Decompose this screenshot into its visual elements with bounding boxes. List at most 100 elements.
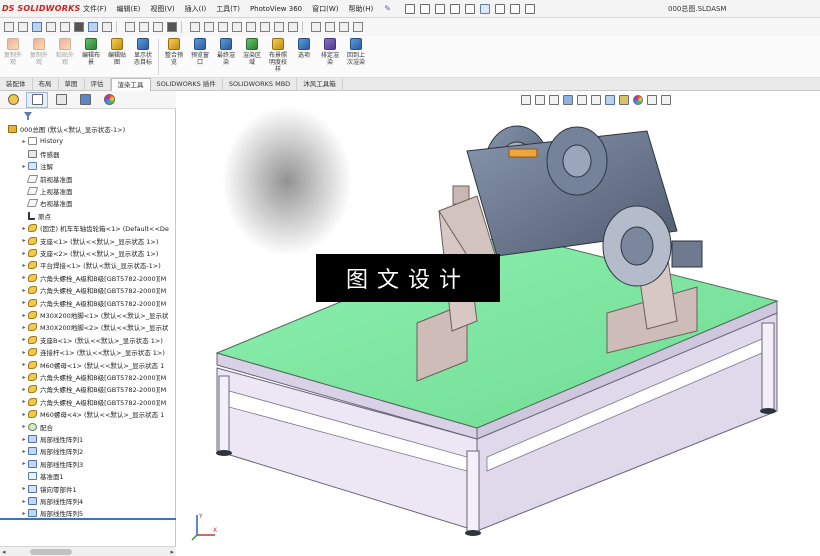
tree-item[interactable]: ▸ 支座B<1> (默认<<默认>_显示状态 1>) — [20, 334, 163, 346]
tree-item[interactable]: ▸ 局部线性阵列2 — [20, 445, 83, 457]
save-icon[interactable] — [434, 3, 445, 14]
tree-item[interactable]: ▸ History — [20, 135, 63, 147]
exploded-view-icon[interactable] — [260, 22, 270, 32]
tree-item[interactable]: ▸ 六角头螺栓_A级和B级[GBT5782-2000][M — [20, 383, 166, 395]
integrated-preview-button[interactable]: 整合预 览 — [161, 36, 187, 78]
tree-filter[interactable] — [0, 109, 176, 123]
tree-item[interactable]: ▸ 注解 — [20, 160, 53, 172]
expand-arrow-icon[interactable]: ▸ — [20, 274, 28, 281]
zoom-area-icon[interactable] — [102, 22, 112, 32]
display-style-icon[interactable] — [153, 22, 163, 32]
tree-item[interactable]: 传感器 — [20, 148, 60, 160]
view-orientation-icon[interactable] — [591, 95, 601, 105]
tab-solidworks-mbd[interactable]: SOLIDWORKS MBD — [223, 78, 298, 91]
solidworks-logo[interactable]: DS SOLIDWORKS — [0, 0, 80, 18]
tab-dimxpert-manager[interactable] — [74, 92, 96, 108]
tree-item[interactable]: ▸ 支座<1> (默认<<默认>_显示状态 1>) — [20, 235, 158, 247]
tree-item[interactable]: ▸ 局部线性阵列1 — [20, 433, 83, 445]
insert-component-icon[interactable] — [32, 22, 42, 32]
new-assembly-icon[interactable] — [18, 22, 28, 32]
expand-arrow-icon[interactable]: ▸ — [20, 498, 28, 505]
settings-icon[interactable] — [288, 22, 298, 32]
tab-evaluate[interactable]: 评估 — [85, 78, 111, 91]
expand-arrow-icon[interactable]: ▸ — [20, 460, 28, 467]
section-view-icon[interactable] — [125, 22, 135, 32]
tree-item[interactable]: ▸ 六角头螺栓_A级和B级[GBT5782-2000][M — [20, 396, 166, 408]
expand-arrow-icon[interactable]: ▸ — [20, 138, 28, 145]
tab-configuration-manager[interactable] — [50, 92, 72, 108]
menu-view[interactable]: 视图(V) — [145, 4, 179, 14]
drawing-icon[interactable] — [339, 22, 349, 32]
expand-arrow-icon[interactable]: ▸ — [20, 448, 28, 455]
expand-arrow-icon[interactable]: ▸ — [20, 336, 28, 343]
scrollbar-thumb[interactable] — [30, 549, 72, 555]
assembly-model[interactable] — [177, 91, 820, 556]
expand-arrow-icon[interactable]: ▸ — [20, 411, 28, 418]
tree-item[interactable]: ▸ (固定) 机车车轴齿轮箱<1> (Default<<De — [20, 222, 169, 234]
pin-icon[interactable]: ✎ — [384, 4, 391, 13]
tree-item[interactable]: 上视基准面 — [20, 185, 73, 197]
smart-dimension-icon[interactable] — [60, 22, 70, 32]
menu-insert[interactable]: 插入(I) — [180, 4, 212, 14]
tree-item[interactable]: 基准面1 — [20, 470, 64, 482]
pan-icon[interactable] — [204, 22, 214, 32]
display-state-target-button[interactable]: 显示状 态目标 — [130, 36, 156, 78]
expand-arrow-icon[interactable]: ▸ — [20, 349, 28, 356]
rebuild-icon[interactable] — [494, 3, 505, 14]
recall-last-render-button[interactable]: 回到上 次渲染 — [343, 36, 369, 78]
dynamic-annotation-icon[interactable] — [577, 95, 587, 105]
print-icon[interactable] — [449, 3, 460, 14]
tab-feature-manager[interactable] — [2, 92, 24, 108]
tab-property-manager[interactable] — [26, 91, 48, 108]
edit-appearance-icon[interactable] — [633, 95, 643, 105]
view-orientation-icon[interactable] — [139, 22, 149, 32]
expand-arrow-icon[interactable]: ▸ — [20, 299, 28, 306]
file-properties-icon[interactable] — [509, 3, 520, 14]
previous-view-icon[interactable] — [549, 95, 559, 105]
tree-item[interactable]: ▸ 六角头螺栓_A级和B级[GBT5782-2000][M — [20, 371, 166, 383]
tree-item[interactable]: ▸ 镜向零部件1 — [20, 483, 77, 495]
preview-window-button[interactable]: 预览窗 口 — [187, 36, 213, 78]
tree-item[interactable]: ▸ 六角头螺栓_A级和B级[GBT5782-2000][M — [20, 284, 166, 296]
interference-icon[interactable] — [246, 22, 256, 32]
menu-photoview[interactable]: PhotoView 360 — [245, 5, 307, 13]
target-icon[interactable] — [274, 22, 284, 32]
tree-item[interactable]: 右视基准面 — [20, 197, 73, 209]
expand-arrow-icon[interactable]: ▸ — [20, 510, 28, 517]
scene-illumination-proof-button[interactable]: 布景照 明度校 样 — [265, 36, 291, 78]
new-document-icon[interactable] — [404, 3, 415, 14]
apply-scene-icon[interactable] — [647, 95, 657, 105]
expand-arrow-icon[interactable]: ▸ — [20, 436, 28, 443]
tab-render-tools[interactable]: 渲染工具 — [110, 78, 151, 91]
expand-arrow-icon[interactable]: ▸ — [20, 163, 28, 170]
schedule-render-button[interactable]: 排定渲 染 — [317, 36, 343, 78]
tree-item[interactable]: ▸ 平台焊接<1> (默认<默认_显示状态-1>) — [20, 259, 161, 271]
select-icon[interactable] — [479, 3, 490, 14]
graphics-area[interactable]: 图文设计 Y X — [177, 91, 820, 556]
rotate-view-icon[interactable] — [190, 22, 200, 32]
section-view-icon[interactable] — [563, 95, 573, 105]
expand-arrow-icon[interactable]: ▸ — [20, 386, 28, 393]
hide-show-icon[interactable] — [167, 22, 177, 32]
component-icon[interactable] — [325, 22, 335, 32]
tab-layout[interactable]: 布局 — [33, 78, 59, 91]
expand-arrow-icon[interactable]: ▸ — [20, 374, 28, 381]
tree-item[interactable]: ▸ M30X200地脚<2> (默认<<默认>_显示状 — [20, 321, 168, 333]
tree-item[interactable]: 前视基准面 — [20, 173, 73, 185]
menu-file[interactable]: 文件(F) — [78, 4, 112, 14]
mass-properties-icon[interactable] — [232, 22, 242, 32]
menu-help[interactable]: 帮助(H) — [344, 4, 379, 14]
zoom-to-area-icon[interactable] — [535, 95, 545, 105]
tree-item[interactable]: ▸ 局部线性阵列4 — [20, 495, 83, 507]
expand-arrow-icon[interactable]: ▸ — [20, 262, 28, 269]
expand-arrow-icon[interactable]: ▸ — [20, 423, 28, 430]
menu-tools[interactable]: 工具(T) — [211, 4, 245, 14]
final-render-button[interactable]: 最终渲 染 — [213, 36, 239, 78]
measure-icon[interactable] — [218, 22, 228, 32]
zoom-to-fit-icon[interactable] — [521, 95, 531, 105]
tab-mufeng-toolbox[interactable]: 沐风工具箱 — [297, 78, 343, 91]
tree-item[interactable]: ▸ 六角头螺栓_A级和B级[GBT5782-2000][M — [20, 272, 166, 284]
tree-item[interactable]: ▸ M30X200地脚<1> (默认<<默认>_显示状 — [20, 309, 168, 321]
options-gear-icon[interactable] — [524, 3, 535, 14]
expand-arrow-icon[interactable]: ▸ — [20, 485, 28, 492]
